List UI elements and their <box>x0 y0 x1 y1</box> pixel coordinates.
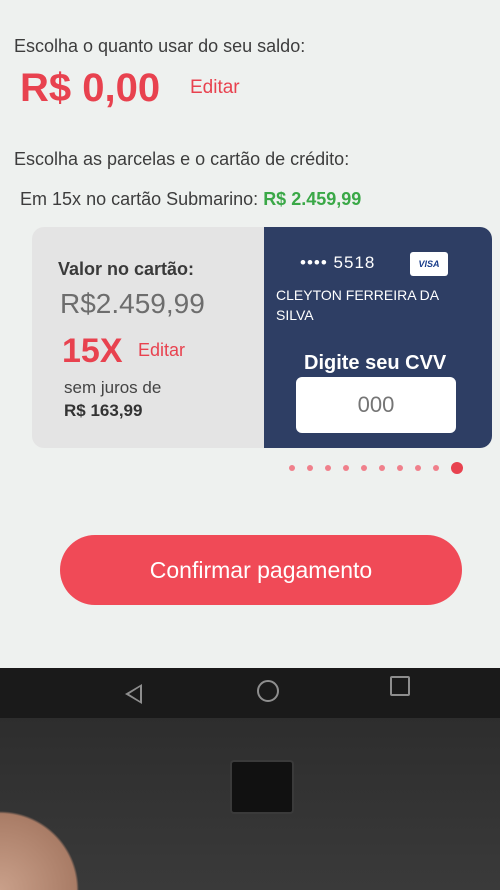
card-number: •••• 5518 <box>300 253 376 272</box>
carousel-dot[interactable] <box>433 465 439 471</box>
installments-prefix: Em <box>20 189 47 209</box>
balance-value: R$ 0,00 <box>20 66 161 110</box>
payment-screen: Escolha o quanto usar do seu saldo: R$ 0… <box>0 0 500 668</box>
carousel-dot[interactable] <box>361 465 367 471</box>
installments-summary: Em 15x no cartão Submarino: R$ 2.459,99 <box>20 189 361 210</box>
home-circle-icon[interactable] <box>257 680 279 702</box>
balance-prompt: Escolha o quanto usar do seu saldo: <box>14 36 306 56</box>
installments-middle: no cartão Submarino: <box>86 189 259 209</box>
phone-frame: Escolha o quanto usar do seu saldo: R$ 0… <box>0 0 500 890</box>
android-nav-bar <box>0 668 500 718</box>
installments-count: 15x <box>52 189 82 209</box>
carousel-dot[interactable] <box>397 465 403 471</box>
back-triangle-icon[interactable] <box>125 684 142 704</box>
no-interest-label: sem juros de <box>64 378 162 397</box>
carousel-dot[interactable] <box>343 465 349 471</box>
card-amount-label: Valor no cartão: <box>58 259 195 279</box>
installment-value: R$ 163,99 <box>64 401 143 420</box>
amount-summary-panel: Valor no cartão: R$2.459,99 15X Editar s… <box>32 227 272 448</box>
credit-card[interactable]: •••• 5518 VISA CLEYTON FERREIRA DA SILVA… <box>264 227 492 448</box>
carousel-dot-active[interactable] <box>451 462 463 474</box>
phone-speaker-grille <box>230 760 294 814</box>
payment-card-block: Valor no cartão: R$2.459,99 15X Editar s… <box>32 227 492 448</box>
confirm-payment-button[interactable]: Confirmar pagamento <box>60 535 462 605</box>
card-amount-value: R$2.459,99 <box>60 288 205 319</box>
carousel-dots <box>289 462 463 474</box>
visa-logo-icon: VISA <box>410 252 448 276</box>
balance-edit-link[interactable]: Editar <box>190 77 240 99</box>
cvv-label: Digite seu CVV <box>304 352 447 374</box>
installments-total: R$ 2.459,99 <box>263 189 362 209</box>
recent-apps-square-icon[interactable] <box>390 676 410 696</box>
carousel-dot[interactable] <box>307 465 313 471</box>
installments-badge: 15X <box>62 332 123 370</box>
cvv-input[interactable] <box>296 377 456 433</box>
hand-photo-edge <box>0 800 90 890</box>
carousel-dot[interactable] <box>379 465 385 471</box>
carousel-dot[interactable] <box>415 465 421 471</box>
installments-prompt: Escolha as parcelas e o cartão de crédit… <box>14 149 350 169</box>
carousel-dot[interactable] <box>325 465 331 471</box>
card-holder-name: CLEYTON FERREIRA DA SILVA <box>276 287 439 323</box>
carousel-dot[interactable] <box>289 465 295 471</box>
installments-edit-link[interactable]: Editar <box>138 340 185 361</box>
